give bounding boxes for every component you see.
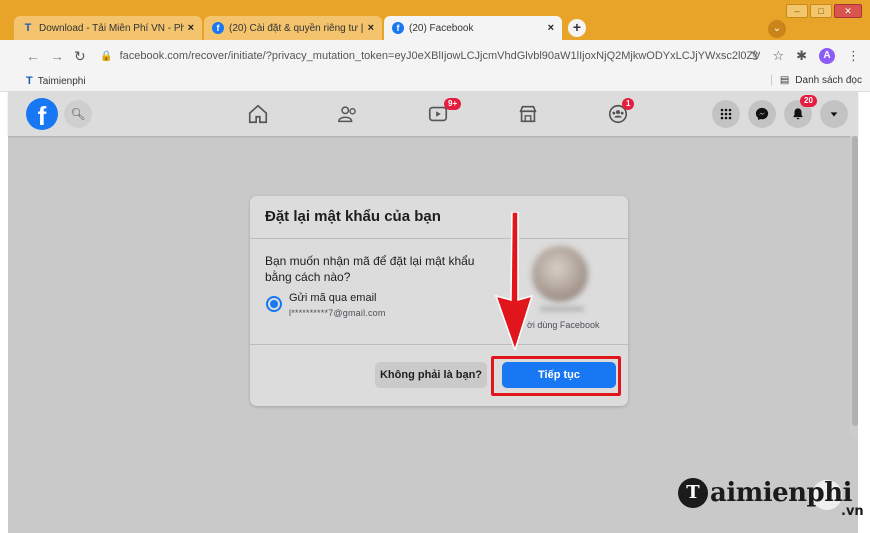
- profile-avatar[interactable]: A: [819, 48, 835, 64]
- dialog-question: Bạn muốn nhận mã để đặt lại mật khẩu bằn…: [265, 254, 475, 284]
- reload-icon[interactable]: ↻: [74, 48, 86, 65]
- tab-title: (20) Cài đặt & quyền riêng tư | Fa: [229, 22, 364, 34]
- extensions-icon[interactable]: ✱: [796, 48, 807, 64]
- friends-icon[interactable]: [334, 102, 362, 126]
- tab-close-icon[interactable]: ×: [188, 22, 194, 34]
- watch-badge: 9+: [444, 98, 462, 110]
- bookmarks-bar: T Taimienphi ▤ Danh sách đọc: [0, 72, 870, 92]
- not-you-button[interactable]: Không phải là bạn?: [375, 362, 487, 388]
- email-option-radio[interactable]: [266, 296, 282, 312]
- account-dropdown-icon[interactable]: [820, 100, 848, 128]
- taimienphi-bookmark-icon: T: [26, 75, 33, 87]
- annotation-arrow-icon: [494, 212, 534, 350]
- tab-facebook[interactable]: f (20) Facebook ×: [384, 16, 562, 40]
- notifications-badge: 20: [800, 95, 817, 107]
- watermark-suffix: .vn: [841, 504, 864, 519]
- window-controls: – □ ✕: [786, 4, 862, 18]
- browser-titlebar: – □ ✕ T Download - Tải Miễn Phí VN - Ph …: [0, 0, 870, 40]
- facebook-favicon-icon: f: [392, 22, 404, 34]
- new-tab-button[interactable]: +: [568, 19, 586, 37]
- watermark-logo-icon: T: [678, 478, 708, 508]
- reading-list-icon: ▤: [779, 75, 790, 86]
- minimize-button[interactable]: –: [786, 4, 808, 18]
- profile-subtitle: ời dùng Facebook: [527, 320, 600, 330]
- facebook-logo[interactable]: f: [26, 98, 58, 131]
- email-option-label[interactable]: Gửi mã qua email: [289, 292, 376, 304]
- bookmark-taimienphi[interactable]: T Taimienphi: [26, 75, 86, 87]
- reading-list[interactable]: ▤ Danh sách đọc: [770, 75, 862, 86]
- reset-password-dialog: Đặt lại mật khẩu của bạn Bạn muốn nhận m…: [250, 196, 628, 406]
- messenger-icon[interactable]: [748, 100, 776, 128]
- tab-download[interactable]: T Download - Tải Miễn Phí VN - Ph ×: [14, 16, 202, 40]
- facebook-page: f 🔍︎ 9+ 1 20 Đặt lại mật khẩu của bạn Bạ…: [8, 92, 858, 533]
- home-icon[interactable]: [244, 102, 272, 126]
- maximize-button[interactable]: □: [810, 4, 832, 18]
- browser-toolbar: ← → ↻ 🔒 facebook.com/recover/initiate/?p…: [0, 40, 870, 72]
- forward-arrow-icon[interactable]: →: [50, 48, 64, 64]
- marketplace-icon[interactable]: [514, 102, 542, 126]
- star-icon[interactable]: ☆: [772, 48, 784, 64]
- groups-badge: 1: [622, 98, 635, 110]
- masked-email: l**********7@gmail.com: [289, 308, 386, 318]
- profile-name-blurred: [540, 306, 584, 312]
- divider: [250, 344, 628, 345]
- divider: [250, 238, 628, 239]
- reading-list-label: Danh sách đọc: [795, 75, 862, 86]
- bookmark-label: Taimienphi: [37, 75, 86, 87]
- close-window-button[interactable]: ✕: [834, 4, 862, 18]
- tab-title: Download - Tải Miễn Phí VN - Ph: [39, 22, 184, 34]
- share-icon[interactable]: ⇪: [750, 48, 761, 64]
- tab-title: (20) Facebook: [409, 22, 474, 34]
- taimienphi-favicon-icon: T: [24, 22, 32, 34]
- dialog-title: Đặt lại mật khẩu của bạn: [265, 208, 441, 225]
- address-url: facebook.com/recover/initiate/?privacy_m…: [119, 50, 760, 62]
- address-bar[interactable]: 🔒 facebook.com/recover/initiate/?privacy…: [100, 45, 760, 67]
- watermark-text: aimienphi: [710, 478, 853, 508]
- search-icon[interactable]: 🔍︎: [64, 100, 92, 128]
- facebook-favicon-icon: f: [212, 22, 224, 34]
- menu-grid-icon[interactable]: [712, 100, 740, 128]
- tab-settings[interactable]: f (20) Cài đặt & quyền riêng tư | Fa ×: [204, 16, 382, 40]
- profile-avatar-blurred: [532, 246, 588, 302]
- lock-icon: 🔒: [100, 50, 113, 62]
- continue-highlight-box: [491, 356, 621, 396]
- tab-close-icon[interactable]: ×: [368, 22, 374, 34]
- taimienphi-watermark: T aimienphi .vn: [678, 478, 864, 519]
- tab-search-button[interactable]: ⌄: [768, 20, 786, 38]
- more-menu-icon[interactable]: ⋮: [847, 48, 860, 64]
- toolbar-icons: ⇪ ☆ ✱ A ⋮: [750, 48, 860, 64]
- back-arrow-icon[interactable]: ←: [26, 48, 40, 64]
- facebook-header: f 🔍︎ 9+ 1 20: [8, 92, 858, 136]
- tab-close-icon[interactable]: ×: [548, 22, 554, 34]
- scrollbar-thumb[interactable]: [852, 136, 858, 426]
